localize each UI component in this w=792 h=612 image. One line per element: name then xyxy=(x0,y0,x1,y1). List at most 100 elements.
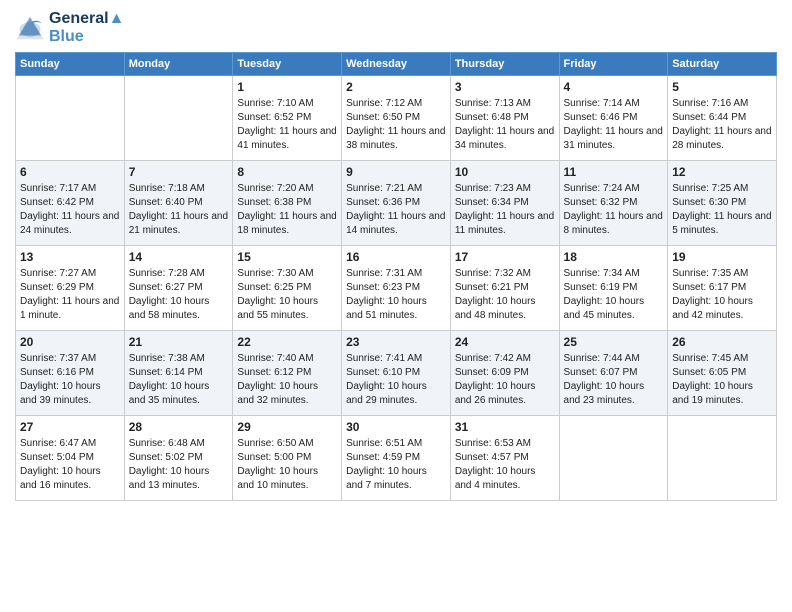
calendar-cell: 1Sunrise: 7:10 AM Sunset: 6:52 PM Daylig… xyxy=(233,76,342,161)
calendar-cell: 18Sunrise: 7:34 AM Sunset: 6:19 PM Dayli… xyxy=(559,246,668,331)
day-info: Sunrise: 7:44 AM Sunset: 6:07 PM Dayligh… xyxy=(564,352,664,408)
calendar-cell xyxy=(124,76,233,161)
day-number: 18 xyxy=(564,249,664,266)
calendar-week-row: 6Sunrise: 7:17 AM Sunset: 6:42 PM Daylig… xyxy=(16,161,777,246)
day-info: Sunrise: 7:13 AM Sunset: 6:48 PM Dayligh… xyxy=(455,97,555,153)
weekday-header: Sunday xyxy=(16,53,125,76)
calendar-cell: 24Sunrise: 7:42 AM Sunset: 6:09 PM Dayli… xyxy=(450,331,559,416)
day-number: 12 xyxy=(672,164,772,181)
day-number: 5 xyxy=(672,79,772,96)
weekday-header: Wednesday xyxy=(342,53,451,76)
day-number: 26 xyxy=(672,334,772,351)
calendar-cell: 30Sunrise: 6:51 AM Sunset: 4:59 PM Dayli… xyxy=(342,416,451,501)
calendar-table: SundayMondayTuesdayWednesdayThursdayFrid… xyxy=(15,52,777,501)
day-info: Sunrise: 7:24 AM Sunset: 6:32 PM Dayligh… xyxy=(564,182,664,238)
day-info: Sunrise: 7:40 AM Sunset: 6:12 PM Dayligh… xyxy=(237,352,337,408)
calendar-cell: 22Sunrise: 7:40 AM Sunset: 6:12 PM Dayli… xyxy=(233,331,342,416)
day-number: 4 xyxy=(564,79,664,96)
day-info: Sunrise: 7:10 AM Sunset: 6:52 PM Dayligh… xyxy=(237,97,337,153)
day-info: Sunrise: 7:34 AM Sunset: 6:19 PM Dayligh… xyxy=(564,267,664,323)
day-info: Sunrise: 7:32 AM Sunset: 6:21 PM Dayligh… xyxy=(455,267,555,323)
calendar-cell: 26Sunrise: 7:45 AM Sunset: 6:05 PM Dayli… xyxy=(668,331,777,416)
day-info: Sunrise: 7:18 AM Sunset: 6:40 PM Dayligh… xyxy=(129,182,229,238)
calendar-cell: 10Sunrise: 7:23 AM Sunset: 6:34 PM Dayli… xyxy=(450,161,559,246)
day-info: Sunrise: 7:25 AM Sunset: 6:30 PM Dayligh… xyxy=(672,182,772,238)
day-number: 25 xyxy=(564,334,664,351)
day-number: 31 xyxy=(455,419,555,436)
day-number: 27 xyxy=(20,419,120,436)
calendar-header: SundayMondayTuesdayWednesdayThursdayFrid… xyxy=(16,53,777,76)
day-info: Sunrise: 7:27 AM Sunset: 6:29 PM Dayligh… xyxy=(20,267,120,323)
day-number: 11 xyxy=(564,164,664,181)
day-number: 1 xyxy=(237,79,337,96)
day-info: Sunrise: 7:42 AM Sunset: 6:09 PM Dayligh… xyxy=(455,352,555,408)
calendar-cell: 8Sunrise: 7:20 AM Sunset: 6:38 PM Daylig… xyxy=(233,161,342,246)
day-info: Sunrise: 7:37 AM Sunset: 6:16 PM Dayligh… xyxy=(20,352,120,408)
calendar-cell: 5Sunrise: 7:16 AM Sunset: 6:44 PM Daylig… xyxy=(668,76,777,161)
calendar-cell: 13Sunrise: 7:27 AM Sunset: 6:29 PM Dayli… xyxy=(16,246,125,331)
day-info: Sunrise: 7:38 AM Sunset: 6:14 PM Dayligh… xyxy=(129,352,229,408)
day-info: Sunrise: 7:28 AM Sunset: 6:27 PM Dayligh… xyxy=(129,267,229,323)
calendar-week-row: 20Sunrise: 7:37 AM Sunset: 6:16 PM Dayli… xyxy=(16,331,777,416)
day-number: 23 xyxy=(346,334,446,351)
logo-text: General▲ Blue xyxy=(49,10,124,46)
day-number: 6 xyxy=(20,164,120,181)
calendar-cell: 25Sunrise: 7:44 AM Sunset: 6:07 PM Dayli… xyxy=(559,331,668,416)
day-info: Sunrise: 7:35 AM Sunset: 6:17 PM Dayligh… xyxy=(672,267,772,323)
day-number: 19 xyxy=(672,249,772,266)
day-number: 21 xyxy=(129,334,229,351)
day-number: 28 xyxy=(129,419,229,436)
day-number: 10 xyxy=(455,164,555,181)
calendar-cell: 3Sunrise: 7:13 AM Sunset: 6:48 PM Daylig… xyxy=(450,76,559,161)
calendar-cell: 11Sunrise: 7:24 AM Sunset: 6:32 PM Dayli… xyxy=(559,161,668,246)
day-number: 29 xyxy=(237,419,337,436)
calendar-cell: 15Sunrise: 7:30 AM Sunset: 6:25 PM Dayli… xyxy=(233,246,342,331)
calendar-cell: 21Sunrise: 7:38 AM Sunset: 6:14 PM Dayli… xyxy=(124,331,233,416)
calendar-week-row: 1Sunrise: 7:10 AM Sunset: 6:52 PM Daylig… xyxy=(16,76,777,161)
day-number: 30 xyxy=(346,419,446,436)
day-info: Sunrise: 7:31 AM Sunset: 6:23 PM Dayligh… xyxy=(346,267,446,323)
day-number: 16 xyxy=(346,249,446,266)
day-number: 17 xyxy=(455,249,555,266)
calendar-cell: 2Sunrise: 7:12 AM Sunset: 6:50 PM Daylig… xyxy=(342,76,451,161)
day-info: Sunrise: 7:45 AM Sunset: 6:05 PM Dayligh… xyxy=(672,352,772,408)
day-info: Sunrise: 6:47 AM Sunset: 5:04 PM Dayligh… xyxy=(20,437,120,493)
calendar-cell: 23Sunrise: 7:41 AM Sunset: 6:10 PM Dayli… xyxy=(342,331,451,416)
weekday-header: Monday xyxy=(124,53,233,76)
weekday-header: Saturday xyxy=(668,53,777,76)
day-info: Sunrise: 7:16 AM Sunset: 6:44 PM Dayligh… xyxy=(672,97,772,153)
calendar-cell: 14Sunrise: 7:28 AM Sunset: 6:27 PM Dayli… xyxy=(124,246,233,331)
day-number: 24 xyxy=(455,334,555,351)
calendar-cell: 9Sunrise: 7:21 AM Sunset: 6:36 PM Daylig… xyxy=(342,161,451,246)
calendar-cell: 29Sunrise: 6:50 AM Sunset: 5:00 PM Dayli… xyxy=(233,416,342,501)
day-info: Sunrise: 7:14 AM Sunset: 6:46 PM Dayligh… xyxy=(564,97,664,153)
day-number: 7 xyxy=(129,164,229,181)
calendar-body: 1Sunrise: 7:10 AM Sunset: 6:52 PM Daylig… xyxy=(16,76,777,501)
day-number: 3 xyxy=(455,79,555,96)
calendar-week-row: 13Sunrise: 7:27 AM Sunset: 6:29 PM Dayli… xyxy=(16,246,777,331)
calendar-cell: 28Sunrise: 6:48 AM Sunset: 5:02 PM Dayli… xyxy=(124,416,233,501)
calendar-cell: 6Sunrise: 7:17 AM Sunset: 6:42 PM Daylig… xyxy=(16,161,125,246)
day-info: Sunrise: 7:30 AM Sunset: 6:25 PM Dayligh… xyxy=(237,267,337,323)
calendar-cell: 19Sunrise: 7:35 AM Sunset: 6:17 PM Dayli… xyxy=(668,246,777,331)
day-number: 20 xyxy=(20,334,120,351)
calendar-cell xyxy=(16,76,125,161)
calendar-cell: 27Sunrise: 6:47 AM Sunset: 5:04 PM Dayli… xyxy=(16,416,125,501)
weekday-header: Thursday xyxy=(450,53,559,76)
day-number: 9 xyxy=(346,164,446,181)
calendar-cell: 31Sunrise: 6:53 AM Sunset: 4:57 PM Dayli… xyxy=(450,416,559,501)
calendar-cell xyxy=(559,416,668,501)
day-number: 8 xyxy=(237,164,337,181)
day-info: Sunrise: 6:50 AM Sunset: 5:00 PM Dayligh… xyxy=(237,437,337,493)
day-info: Sunrise: 7:17 AM Sunset: 6:42 PM Dayligh… xyxy=(20,182,120,238)
calendar-cell: 16Sunrise: 7:31 AM Sunset: 6:23 PM Dayli… xyxy=(342,246,451,331)
day-info: Sunrise: 7:23 AM Sunset: 6:34 PM Dayligh… xyxy=(455,182,555,238)
calendar-cell xyxy=(668,416,777,501)
calendar-cell: 12Sunrise: 7:25 AM Sunset: 6:30 PM Dayli… xyxy=(668,161,777,246)
calendar-week-row: 27Sunrise: 6:47 AM Sunset: 5:04 PM Dayli… xyxy=(16,416,777,501)
calendar-cell: 17Sunrise: 7:32 AM Sunset: 6:21 PM Dayli… xyxy=(450,246,559,331)
day-info: Sunrise: 7:12 AM Sunset: 6:50 PM Dayligh… xyxy=(346,97,446,153)
day-number: 14 xyxy=(129,249,229,266)
logo-icon xyxy=(15,13,45,43)
logo: General▲ Blue xyxy=(15,10,124,46)
